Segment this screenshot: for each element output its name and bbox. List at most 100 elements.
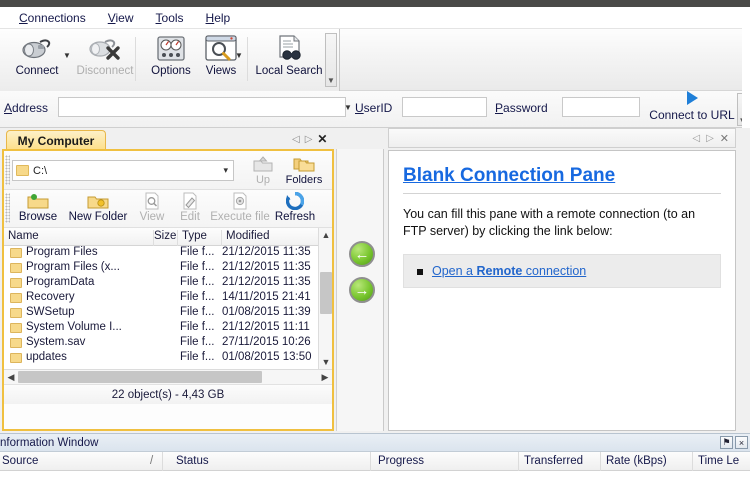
refresh-button[interactable]: Refresh xyxy=(268,191,322,223)
column-header-modified[interactable]: Modified xyxy=(222,230,318,246)
table-row[interactable]: updates File f... 01/08/2015 13:50 xyxy=(4,351,332,366)
column-header-rate[interactable]: Rate (kBps) xyxy=(606,455,667,467)
table-row[interactable]: System Volume I... File f... 21/12/2015 … xyxy=(4,321,332,336)
folder-icon xyxy=(10,263,22,273)
local-search-button[interactable]: Local Search xyxy=(250,31,328,89)
close-tab-icon[interactable]: ✕ xyxy=(317,132,327,146)
column-header-progress[interactable]: Progress xyxy=(378,455,424,467)
action-row-gripper[interactable] xyxy=(5,193,10,223)
remote-pane: ◁ ▷ ✕ Blank Connection Pane You can fill… xyxy=(388,128,736,431)
disconnect-button[interactable]: Disconnect xyxy=(74,31,136,89)
scroll-left-icon[interactable]: ◀ xyxy=(4,370,18,384)
transfer-right-button[interactable]: → xyxy=(349,277,375,303)
connect-button[interactable]: Connect xyxy=(6,31,68,89)
column-header-status[interactable]: Status xyxy=(176,455,209,467)
connect-dropdown-arrow[interactable]: ▼ xyxy=(63,51,71,60)
tab-my-computer-label: My Computer xyxy=(17,133,95,148)
column-header-type[interactable]: Type xyxy=(178,230,222,246)
folder-icon xyxy=(10,278,22,288)
prev-tab-icon[interactable]: ◁ xyxy=(692,133,700,144)
table-row[interactable]: Program Files (x... File f... 21/12/2015… xyxy=(4,261,332,276)
open-remote-connection-link[interactable]: Open a Remote connection xyxy=(432,264,586,278)
title-divider xyxy=(403,193,721,194)
information-window-title: nformation Window xyxy=(0,436,99,449)
views-button[interactable]: Views xyxy=(190,31,252,89)
local-tab-strip: My Computer ◁ ▷ ✕ xyxy=(2,128,334,150)
folders-button[interactable]: Folders xyxy=(280,154,328,186)
vscroll-thumb[interactable] xyxy=(320,272,332,314)
column-header-time-left[interactable]: Time Le xyxy=(698,455,739,467)
table-row[interactable]: Program Files File f... 21/12/2015 11:35 xyxy=(4,246,332,261)
address-label: Address xyxy=(4,101,49,115)
table-row[interactable]: SWSetup File f... 01/08/2015 11:39 xyxy=(4,306,332,321)
userid-input[interactable] xyxy=(402,97,487,117)
remote-tab-controls: ◁ ▷ ✕ xyxy=(692,132,729,145)
scroll-down-icon[interactable]: ▼ xyxy=(319,355,333,369)
folder-icon xyxy=(10,353,22,363)
close-tab-icon[interactable]: ✕ xyxy=(720,132,729,145)
column-divider[interactable] xyxy=(370,452,371,471)
arrow-left-icon: ← xyxy=(354,245,370,263)
toolbar-separator-1 xyxy=(135,37,136,81)
file-name: System.sav xyxy=(26,336,86,348)
next-tab-icon[interactable]: ▷ xyxy=(706,133,714,144)
chevron-down-icon[interactable]: ▾ xyxy=(223,165,228,176)
toolbar-overflow-scroll[interactable]: ▼ xyxy=(325,33,337,87)
column-divider[interactable] xyxy=(518,452,519,471)
column-header-size[interactable]: Size xyxy=(154,230,178,246)
column-header-name[interactable]: Name xyxy=(4,230,154,246)
execute-file-label: Execute file xyxy=(210,211,270,223)
scroll-right-icon[interactable]: ▶ xyxy=(318,370,332,384)
connect-to-url-button[interactable]: Connect to URL xyxy=(644,88,740,128)
column-header-transferred[interactable]: Transferred xyxy=(524,455,583,467)
transfer-left-button[interactable]: ← xyxy=(349,241,375,267)
file-list-vscrollbar[interactable]: ▲ ▼ xyxy=(318,228,332,369)
menu-item-connections[interactable]: Connections xyxy=(8,9,97,27)
table-row[interactable]: ProgramData File f... 21/12/2015 11:35 xyxy=(4,276,332,291)
file-modified: 21/12/2015 11:35 xyxy=(222,276,311,288)
table-row[interactable]: Recovery File f... 14/11/2015 21:41 xyxy=(4,291,332,306)
file-list-hscrollbar[interactable]: ◀ ▶ xyxy=(4,369,332,384)
address-dropdown-arrow[interactable]: ▼ xyxy=(344,103,352,112)
refresh-icon xyxy=(268,191,322,211)
column-divider[interactable] xyxy=(692,452,693,471)
folder-icon xyxy=(16,165,29,176)
folders-label: Folders xyxy=(285,174,323,186)
up-button[interactable]: Up xyxy=(242,154,284,186)
transfer-list-body[interactable] xyxy=(0,471,750,502)
address-input[interactable] xyxy=(58,97,346,117)
browse-button[interactable]: Browse xyxy=(12,191,64,223)
password-input[interactable] xyxy=(562,97,640,117)
scroll-up-icon[interactable]: ▲ xyxy=(319,228,333,242)
file-type: File f... xyxy=(180,246,215,258)
next-tab-icon[interactable]: ▷ xyxy=(305,134,313,145)
document-binoculars-icon xyxy=(250,31,328,65)
menu-item-tools[interactable]: Tools xyxy=(145,9,195,27)
file-list-header: Name Size Type Modified xyxy=(4,228,332,246)
file-name: System Volume I... xyxy=(26,321,122,333)
menu-item-help[interactable]: Help xyxy=(195,9,242,27)
arrow-right-icon: → xyxy=(354,281,370,299)
tab-my-computer[interactable]: My Computer xyxy=(6,130,106,150)
folder-up-icon xyxy=(242,154,284,174)
close-icon[interactable]: × xyxy=(735,436,748,449)
menu-item-view[interactable]: View xyxy=(97,9,145,27)
path-input[interactable]: C:\ ▾ xyxy=(12,160,234,181)
path-row-gripper[interactable] xyxy=(5,155,10,185)
hscroll-thumb[interactable] xyxy=(18,371,262,383)
table-row[interactable]: System.sav File f... 27/11/2015 10:26 xyxy=(4,336,332,351)
new-folder-button[interactable]: New Folder xyxy=(62,191,134,223)
column-header-source[interactable]: Source xyxy=(2,455,38,467)
file-list[interactable]: Program Files File f... 21/12/2015 11:35… xyxy=(4,246,332,369)
execute-file-button[interactable]: Execute file xyxy=(206,191,274,223)
window-corner xyxy=(742,0,750,7)
up-label: Up xyxy=(255,174,271,186)
prev-tab-icon[interactable]: ◁ xyxy=(292,134,300,145)
app-window: Connections View Tools Help Connect ▼ Di… xyxy=(0,0,750,502)
column-divider[interactable] xyxy=(162,452,163,471)
file-type: File f... xyxy=(180,351,215,363)
views-dropdown-arrow[interactable]: ▼ xyxy=(235,51,243,60)
pin-icon[interactable]: ⚑ xyxy=(720,436,733,449)
column-divider[interactable] xyxy=(600,452,601,471)
file-name: ProgramData xyxy=(26,276,95,288)
